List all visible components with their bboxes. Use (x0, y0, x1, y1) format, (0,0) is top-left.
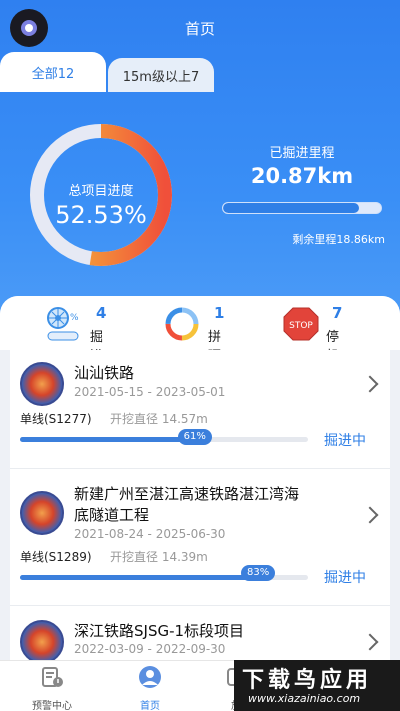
tab-15m-above[interactable]: 15m级以上7 (108, 58, 214, 92)
project-dates: 2021-05-15 - 2023-05-01 (74, 385, 226, 399)
page-title: 首页 (184, 20, 215, 38)
tunneling-icon: % (47, 307, 79, 341)
distance-progress-fill (223, 203, 359, 213)
stop-sign-text: STOP (289, 321, 313, 331)
project-status: 掘进中 (324, 433, 366, 449)
chevron-right-icon[interactable] (361, 506, 379, 524)
progress-value: 52.53% (55, 201, 147, 229)
project-dates: 2021-08-24 - 2025-06-30 (74, 527, 226, 541)
project-logo (20, 491, 64, 535)
project-logo (20, 362, 64, 406)
distance-value: 20.87km (250, 164, 354, 188)
nav-label: 预警中心 (32, 701, 72, 711)
project-progress-bar (20, 437, 308, 442)
nav-warning-center[interactable]: 预警中心 (12, 665, 92, 711)
line-name: 单线(S1277) (20, 412, 92, 426)
project-progress-fill (20, 575, 260, 580)
filter-tabs: 全部12 15m级以上7 (0, 52, 400, 94)
project-progress-badge: 61% (177, 429, 212, 445)
project-dates: 2022-03-09 - 2022-09-30 (74, 642, 226, 656)
warning-center-icon (42, 667, 63, 687)
stop-sign-icon: STOP (283, 307, 319, 341)
line-name: 单线(S1289) (20, 550, 92, 564)
project-progress-badge: 83% (241, 565, 276, 581)
chevron-right-icon[interactable] (361, 375, 379, 393)
project-card[interactable]: 新建广州至湛江高速铁路湛江湾海 底隧道工程 2021-08-24 - 2025-… (10, 469, 390, 605)
distance-label: 已掘进里程 (269, 146, 335, 161)
chevron-right-icon[interactable] (361, 633, 379, 651)
overall-progress-ring: 总项目进度 52.53% (12, 118, 190, 273)
ring-assembly-count: 1 (214, 304, 225, 322)
project-status: 掘进中 (324, 570, 366, 586)
top-bar: 首页 (0, 0, 400, 56)
remaining-distance: 剩余里程18.86km (292, 233, 385, 246)
project-name-line-2: 底隧道工程 (74, 506, 150, 524)
site-watermark: 下载鸟应用 www.xiazainiao.com (234, 660, 400, 711)
project-card[interactable]: 深江铁路SJSG-1标段项目 2022-03-09 - 2022-09-30 (10, 606, 390, 664)
project-logo (20, 620, 64, 664)
watermark-url: www.xiazainiao.com (248, 692, 361, 705)
tab-all[interactable]: 全部12 (0, 52, 106, 92)
status-summary: % 4 掘进 1 拼环 STOP 7 停机 (0, 296, 400, 364)
ring-assembly-icon (165, 307, 199, 341)
svg-text:%: % (70, 313, 79, 323)
progress-label: 总项目进度 (68, 184, 134, 199)
watermark-title: 下载鸟应用 (242, 668, 373, 693)
distance-progress-bar (222, 202, 382, 214)
project-name-line-1: 新建广州至湛江高速铁路湛江湾海 (74, 485, 300, 503)
nav-home[interactable]: 首页 (110, 665, 190, 711)
stopped-count: 7 (332, 304, 343, 322)
excavation-diameter: 开挖直径 14.57m (110, 412, 208, 426)
project-card[interactable]: 汕汕铁路 2021-05-15 - 2023-05-01 单线(S1277) 开… (10, 350, 390, 468)
nav-label: 首页 (140, 701, 160, 711)
project-name: 深江铁路SJSG-1标段项目 (74, 622, 245, 640)
excavation-diameter: 开挖直径 14.39m (110, 550, 208, 564)
project-name: 汕汕铁路 (74, 364, 135, 382)
project-progress-fill (20, 437, 196, 442)
tunneling-count: 4 (96, 304, 107, 322)
home-avatar-icon (139, 666, 161, 688)
